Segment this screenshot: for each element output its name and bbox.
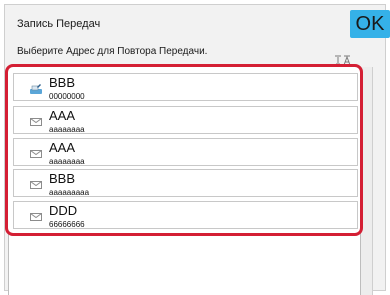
email-icon <box>29 178 43 190</box>
entry-name: DDD <box>49 203 78 218</box>
page-title: Запись Передач <box>17 18 101 30</box>
list-item-5[interactable]: DDD 66666666 <box>13 201 358 229</box>
email-icon <box>29 115 43 127</box>
list-item-4[interactable]: BBB aaaaaaaaa <box>13 169 358 197</box>
entry-number: 66666666 <box>49 220 85 229</box>
email-icon <box>29 147 43 159</box>
entry-number: aaaaaaaa <box>49 157 85 166</box>
entry-number: aaaaaaaaa <box>49 188 90 197</box>
entry-number: aaaaaaaa <box>49 125 85 134</box>
entry-name: BBB <box>49 171 76 186</box>
instruction-text: Выберите Адрес для Повтора Передачи. <box>17 46 208 57</box>
list-item-2[interactable]: AAA aaaaaaaa <box>13 106 358 134</box>
list-item-1[interactable]: BBB 00000000 <box>13 73 358 101</box>
entry-number: 00000000 <box>49 92 85 101</box>
list-item-3[interactable]: AAA aaaaaaaa <box>13 138 358 166</box>
ok-button[interactable]: OK <box>350 10 390 38</box>
email-icon <box>29 210 43 222</box>
fax-icon <box>29 82 43 94</box>
entry-name: AAA <box>49 140 76 155</box>
entry-name: BBB <box>49 75 76 90</box>
entry-name: AAA <box>49 108 76 123</box>
